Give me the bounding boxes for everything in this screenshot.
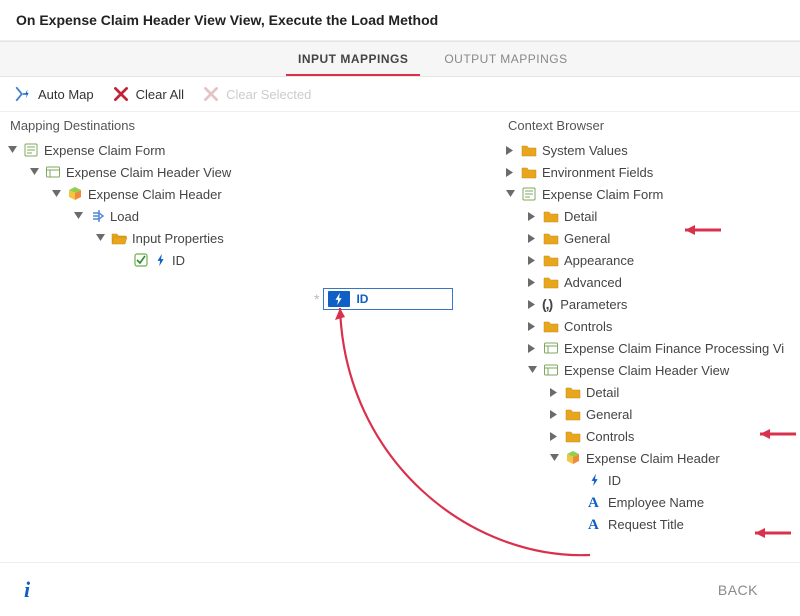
view-icon: [542, 339, 560, 357]
cb-form[interactable]: Expense Claim Form: [542, 187, 663, 202]
clear-all-label: Clear All: [136, 87, 184, 102]
expander-icon[interactable]: [94, 232, 106, 244]
folder-icon: [520, 141, 538, 159]
expander-icon[interactable]: [526, 254, 538, 266]
tab-input-mappings[interactable]: INPUT MAPPINGS: [280, 42, 426, 76]
smartobject-chip-icon: [328, 291, 350, 307]
context-browser-title: Context Browser: [498, 112, 800, 139]
view-icon: [542, 361, 560, 379]
tree-view[interactable]: Expense Claim Header View: [66, 165, 231, 180]
folder-open-icon: [110, 229, 128, 247]
tree-input-properties[interactable]: Input Properties: [132, 231, 224, 246]
tree-smartobject[interactable]: Expense Claim Header: [88, 187, 222, 202]
cb-smartobject[interactable]: Expense Claim Header: [586, 451, 720, 466]
cb-environment-fields[interactable]: Environment Fields: [542, 165, 653, 180]
expander-icon[interactable]: [526, 210, 538, 222]
folder-icon: [542, 317, 560, 335]
tab-output-mappings[interactable]: OUTPUT MAPPINGS: [426, 42, 585, 76]
cb-detail[interactable]: Detail: [564, 209, 597, 224]
parameters-icon: (,): [542, 296, 552, 312]
expander-icon[interactable]: [504, 144, 516, 156]
text-a-icon: [586, 493, 604, 511]
toolbar: Auto Map Clear All Clear Selected: [0, 77, 800, 112]
cb-appearance[interactable]: Appearance: [564, 253, 634, 268]
view-icon: [44, 163, 62, 181]
cb-parameters[interactable]: Parameters: [560, 297, 627, 312]
id-mapping-field[interactable]: ID: [323, 288, 453, 310]
expander-icon[interactable]: [526, 276, 538, 288]
dialog-title: On Expense Claim Header View View, Execu…: [0, 0, 800, 41]
x-icon: [112, 85, 130, 103]
id-mapping-value: ID: [356, 292, 368, 306]
automap-button[interactable]: Auto Map: [14, 85, 94, 103]
folder-icon: [542, 229, 560, 247]
expander-icon[interactable]: [526, 298, 538, 310]
tabstrip: INPUT MAPPINGS OUTPUT MAPPINGS: [0, 41, 800, 77]
target-icon: [88, 207, 106, 225]
mapping-destinations-title: Mapping Destinations: [0, 112, 498, 139]
cb-general2[interactable]: General: [586, 407, 632, 422]
form-icon: [520, 185, 538, 203]
expander-icon[interactable]: [50, 188, 62, 200]
folder-icon: [542, 207, 560, 225]
folder-icon: [564, 405, 582, 423]
folder-icon: [564, 383, 582, 401]
expander-icon[interactable]: [548, 452, 560, 464]
clear-selected-button: Clear Selected: [202, 85, 311, 103]
lightning-icon: [154, 251, 168, 269]
cb-system-values[interactable]: System Values: [542, 143, 628, 158]
automap-icon: [14, 85, 32, 103]
form-icon: [22, 141, 40, 159]
text-a-icon: [586, 515, 604, 533]
expander-icon[interactable]: [526, 342, 538, 354]
cb-id[interactable]: ID: [608, 473, 621, 488]
folder-icon: [542, 273, 560, 291]
cb-advanced[interactable]: Advanced: [564, 275, 622, 290]
expander-icon[interactable]: [28, 166, 40, 178]
cube-icon: [564, 449, 582, 467]
automap-label: Auto Map: [38, 87, 94, 102]
cb-controls[interactable]: Controls: [564, 319, 612, 334]
expander-icon[interactable]: [548, 408, 560, 420]
expander-icon[interactable]: [72, 210, 84, 222]
tree-id-property[interactable]: ID: [172, 253, 185, 268]
expander-icon[interactable]: [526, 364, 538, 376]
expander-icon[interactable]: [526, 232, 538, 244]
required-star-icon: *: [310, 291, 323, 307]
check-icon: [132, 251, 150, 269]
cb-empname[interactable]: Employee Name: [608, 495, 704, 510]
info-icon[interactable]: i: [24, 577, 30, 603]
cb-controls2[interactable]: Controls: [586, 429, 634, 444]
tree-method[interactable]: Load: [110, 209, 139, 224]
tree-form[interactable]: Expense Claim Form: [44, 143, 165, 158]
expander-icon[interactable]: [504, 166, 516, 178]
cb-reqtitle[interactable]: Request Title: [608, 517, 684, 532]
clear-selected-label: Clear Selected: [226, 87, 311, 102]
cb-detail2[interactable]: Detail: [586, 385, 619, 400]
expander-icon[interactable]: [548, 430, 560, 442]
back-button[interactable]: BACK: [700, 574, 776, 606]
folder-icon: [564, 427, 582, 445]
x-icon-disabled: [202, 85, 220, 103]
cb-header-view[interactable]: Expense Claim Header View: [564, 363, 729, 378]
cube-icon: [66, 185, 84, 203]
lightning-icon: [586, 471, 604, 489]
folder-icon: [520, 163, 538, 181]
expander-icon[interactable]: [504, 188, 516, 200]
cb-general[interactable]: General: [564, 231, 610, 246]
clear-all-button[interactable]: Clear All: [112, 85, 184, 103]
cb-fin-view[interactable]: Expense Claim Finance Processing Vi: [564, 341, 784, 356]
expander-icon[interactable]: [548, 386, 560, 398]
footer: i BACK: [0, 562, 800, 616]
folder-icon: [542, 251, 560, 269]
expander-icon[interactable]: [6, 144, 18, 156]
expander-icon[interactable]: [526, 320, 538, 332]
